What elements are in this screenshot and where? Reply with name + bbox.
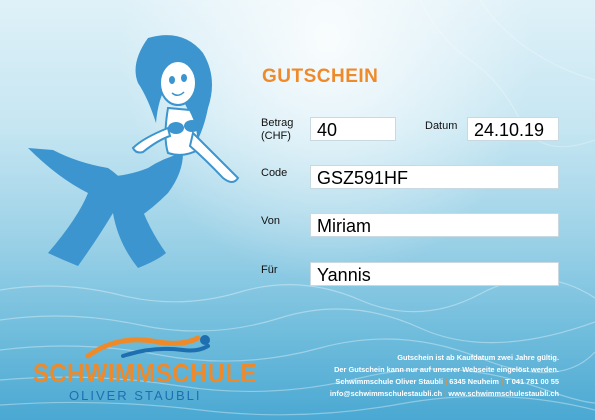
mermaid-icon (28, 35, 240, 268)
betrag-label: Betrag (CHF) (261, 117, 293, 143)
betrag-label-line2: (CHF) (261, 130, 291, 142)
logo-sub-text: OLIVER STAUBLI (69, 388, 202, 403)
fuer-field[interactable]: Yannis (310, 262, 559, 286)
footer-separator: | (501, 377, 504, 386)
footer-redeem-note: Der Gutschein kann nur auf unserer Webse… (334, 365, 559, 374)
footer-separator: | (445, 377, 448, 386)
footer-contact-line: Schwimmschule Oliver Staubli | 6345 Neuh… (330, 376, 559, 388)
betrag-field[interactable]: 40 (310, 117, 396, 141)
logo-main-text: SCHWIMMSCHULE (33, 358, 257, 388)
voucher-title: GUTSCHEIN (262, 66, 379, 87)
code-label: Code (261, 167, 288, 179)
datum-label: Datum (425, 120, 458, 132)
footer-info: Gutschein ist ab Kaufdatum zwei Jahre gü… (330, 352, 559, 400)
footer-email-link[interactable]: info@schwimmschulestaubli.ch (330, 389, 442, 398)
von-label: Von (261, 215, 280, 227)
fuer-label: Für (261, 264, 278, 276)
footer-website-link[interactable]: www.schwimmschulestaubli.ch (448, 389, 559, 398)
voucher-card: GUTSCHEIN Betrag (CHF) 40 Datum 24.10.19… (0, 0, 595, 420)
footer-validity: Gutschein ist ab Kaufdatum zwei Jahre gü… (397, 353, 559, 362)
footer-phone: T 041 781 00 55 (505, 377, 559, 386)
betrag-label-line1: Betrag (261, 117, 294, 129)
footer-web-line: info@schwimmschulestaubli.ch | www.schwi… (330, 388, 559, 400)
datum-field[interactable]: 24.10.19 (467, 117, 559, 141)
code-field[interactable]: GSZ591HF (310, 165, 559, 189)
von-field[interactable]: Miriam (310, 213, 559, 237)
footer-company: Schwimmschule Oliver Staubli (335, 377, 444, 386)
footer-separator: | (444, 389, 447, 398)
footer-address: 6345 Neuheim (449, 377, 499, 386)
